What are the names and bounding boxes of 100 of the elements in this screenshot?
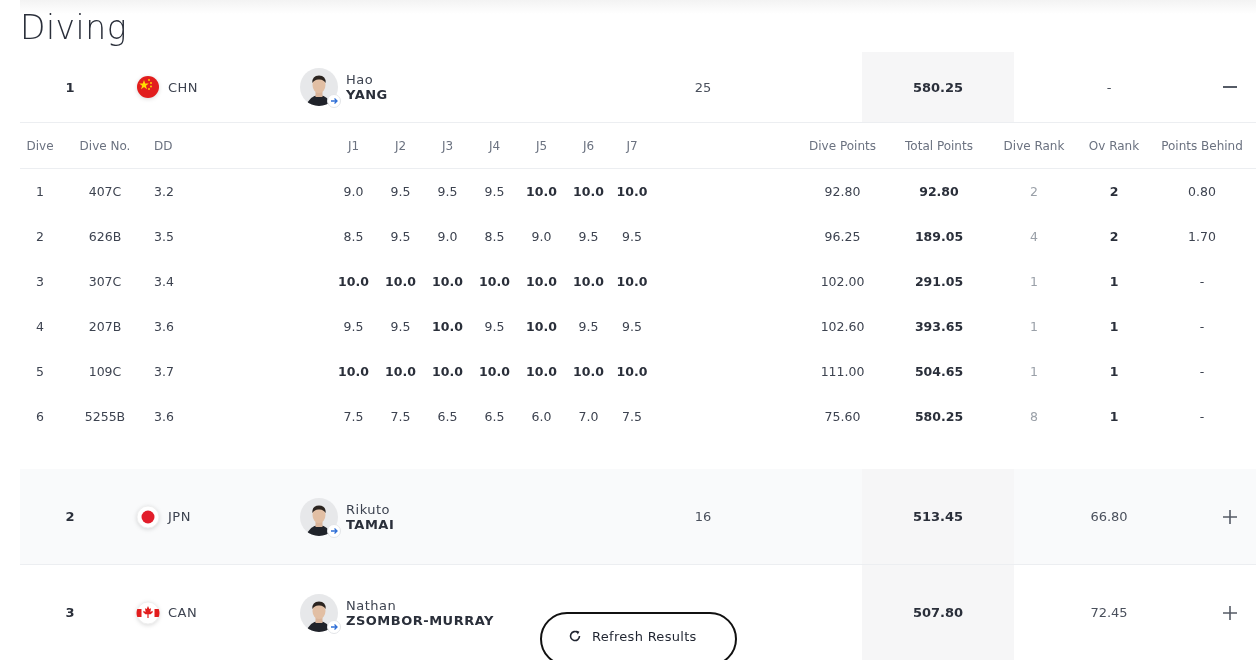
dive-index: 1 [35,183,45,201]
total-points: 580.25 [913,408,965,426]
column-header: Dive Rank [988,123,1080,169]
dive-count: 16 [694,509,712,524]
column-header: J2 [377,123,424,169]
plus-icon [1222,604,1238,621]
points-behind: - [1198,318,1206,336]
degree-of-difficulty: 3.6 [153,408,175,426]
dive-rank: 8 [1029,408,1039,426]
points-behind: 66.80 [1090,509,1128,524]
judge-score: 9.5 [436,183,459,201]
judge-score: 9.5 [577,228,600,246]
judge-score: 10.0 [478,363,511,381]
points-behind: - [1198,363,1206,381]
degree-of-difficulty: 3.4 [153,273,175,291]
athlete-last-name[interactable]: YANG [346,87,388,102]
dive-points: 102.60 [819,318,866,336]
judge-score: 6.5 [483,408,506,426]
dive-points: 102.00 [819,273,866,291]
judge-score: 10.0 [384,273,417,291]
points-behind: - [1198,408,1206,426]
dive-points: 75.60 [823,408,862,426]
dive-count: 25 [694,79,712,95]
judge-score: 9.5 [577,318,600,336]
judge-score: 9.5 [621,318,643,336]
dive-number: 5255B [83,408,127,426]
column-header: Dive No. [60,123,150,169]
column-header: Dive Points [795,123,890,169]
judge-score: 9.5 [389,228,412,246]
athlete-last-name[interactable]: ZSOMBOR-MURRAY [346,612,494,628]
judge-score: 10.0 [431,318,464,336]
points-behind: - [1106,79,1112,95]
column-header: Points Behind [1148,123,1256,169]
judge-score: 10.0 [572,363,605,381]
overall-rank: 2 [1108,228,1120,246]
athlete-last-name[interactable]: TAMAI [346,516,395,532]
judge-score: 10.0 [572,183,605,201]
judge-score: 10.0 [525,318,558,336]
judge-score: 9.5 [621,228,643,246]
overall-rank: 1 [1108,273,1120,291]
judge-score: 9.5 [389,318,412,336]
dive-rank: 1 [1029,273,1039,291]
judge-score: 10.0 [337,273,370,291]
athlete-first-name[interactable]: Hao [346,72,388,87]
dive-number: 109C [87,363,123,381]
total-points: 92.80 [918,183,960,201]
judge-score: 7.0 [577,408,600,426]
column-header: J1 [330,123,377,169]
rank: 2 [65,509,75,524]
column-header: Dive [20,123,60,169]
dive-number: 307C [87,273,123,291]
judge-score: 9.5 [483,318,506,336]
column-header: DD [150,123,330,169]
judge-score: 6.5 [436,408,459,426]
dive-number: 626B [87,228,123,246]
degree-of-difficulty: 3.2 [153,183,175,201]
dive-points: 96.25 [823,228,862,246]
dive-index: 4 [35,318,45,336]
points-behind: - [1198,273,1206,291]
column-header: J6 [565,123,612,169]
judge-score: 10.0 [525,183,558,201]
points-behind: 0.80 [1187,183,1217,201]
overall-rank: 2 [1108,183,1120,201]
judge-score: 10.0 [431,363,464,381]
arrow-icon[interactable] [327,94,341,108]
total-points: 291.05 [913,273,965,291]
judge-score: 10.0 [572,273,605,291]
dive-number: 407C [87,183,123,201]
overall-rank: 1 [1108,318,1120,336]
dive-rank: 1 [1029,318,1039,336]
degree-of-difficulty: 3.6 [153,318,175,336]
judge-score: 10.0 [384,363,417,381]
refresh-button[interactable]: Refresh Results [540,612,737,660]
degree-of-difficulty: 3.7 [153,363,175,381]
judge-score: 7.5 [621,408,643,426]
judge-score: 9.0 [530,228,553,246]
dive-rank: 4 [1029,228,1039,246]
judge-score: 8.5 [342,228,365,246]
country-code: CAN [168,605,198,620]
column-header: Total Points [890,123,988,169]
judge-score: 10.0 [431,273,464,291]
country-code: JPN [168,509,191,524]
total-points: 189.05 [913,228,965,246]
points-behind: 72.45 [1090,605,1128,620]
dive-index: 5 [35,363,45,381]
rank: 1 [65,79,75,95]
judge-score: 10.0 [478,273,511,291]
judge-score: 9.0 [342,183,365,201]
athlete-first-name[interactable]: Nathan [346,597,494,613]
page-title: Diving [20,7,127,47]
minus-icon [1223,86,1237,88]
column-header: J4 [471,123,518,169]
judge-score: 6.0 [530,408,553,426]
degree-of-difficulty: 3.5 [153,228,175,246]
column-header: J3 [424,123,471,169]
athlete-first-name[interactable]: Rikuto [346,501,395,517]
country-code: CHN [168,79,199,95]
total-score: 580.25 [862,52,1014,122]
judge-score: 10.0 [525,363,558,381]
judge-score: 7.5 [389,408,412,426]
